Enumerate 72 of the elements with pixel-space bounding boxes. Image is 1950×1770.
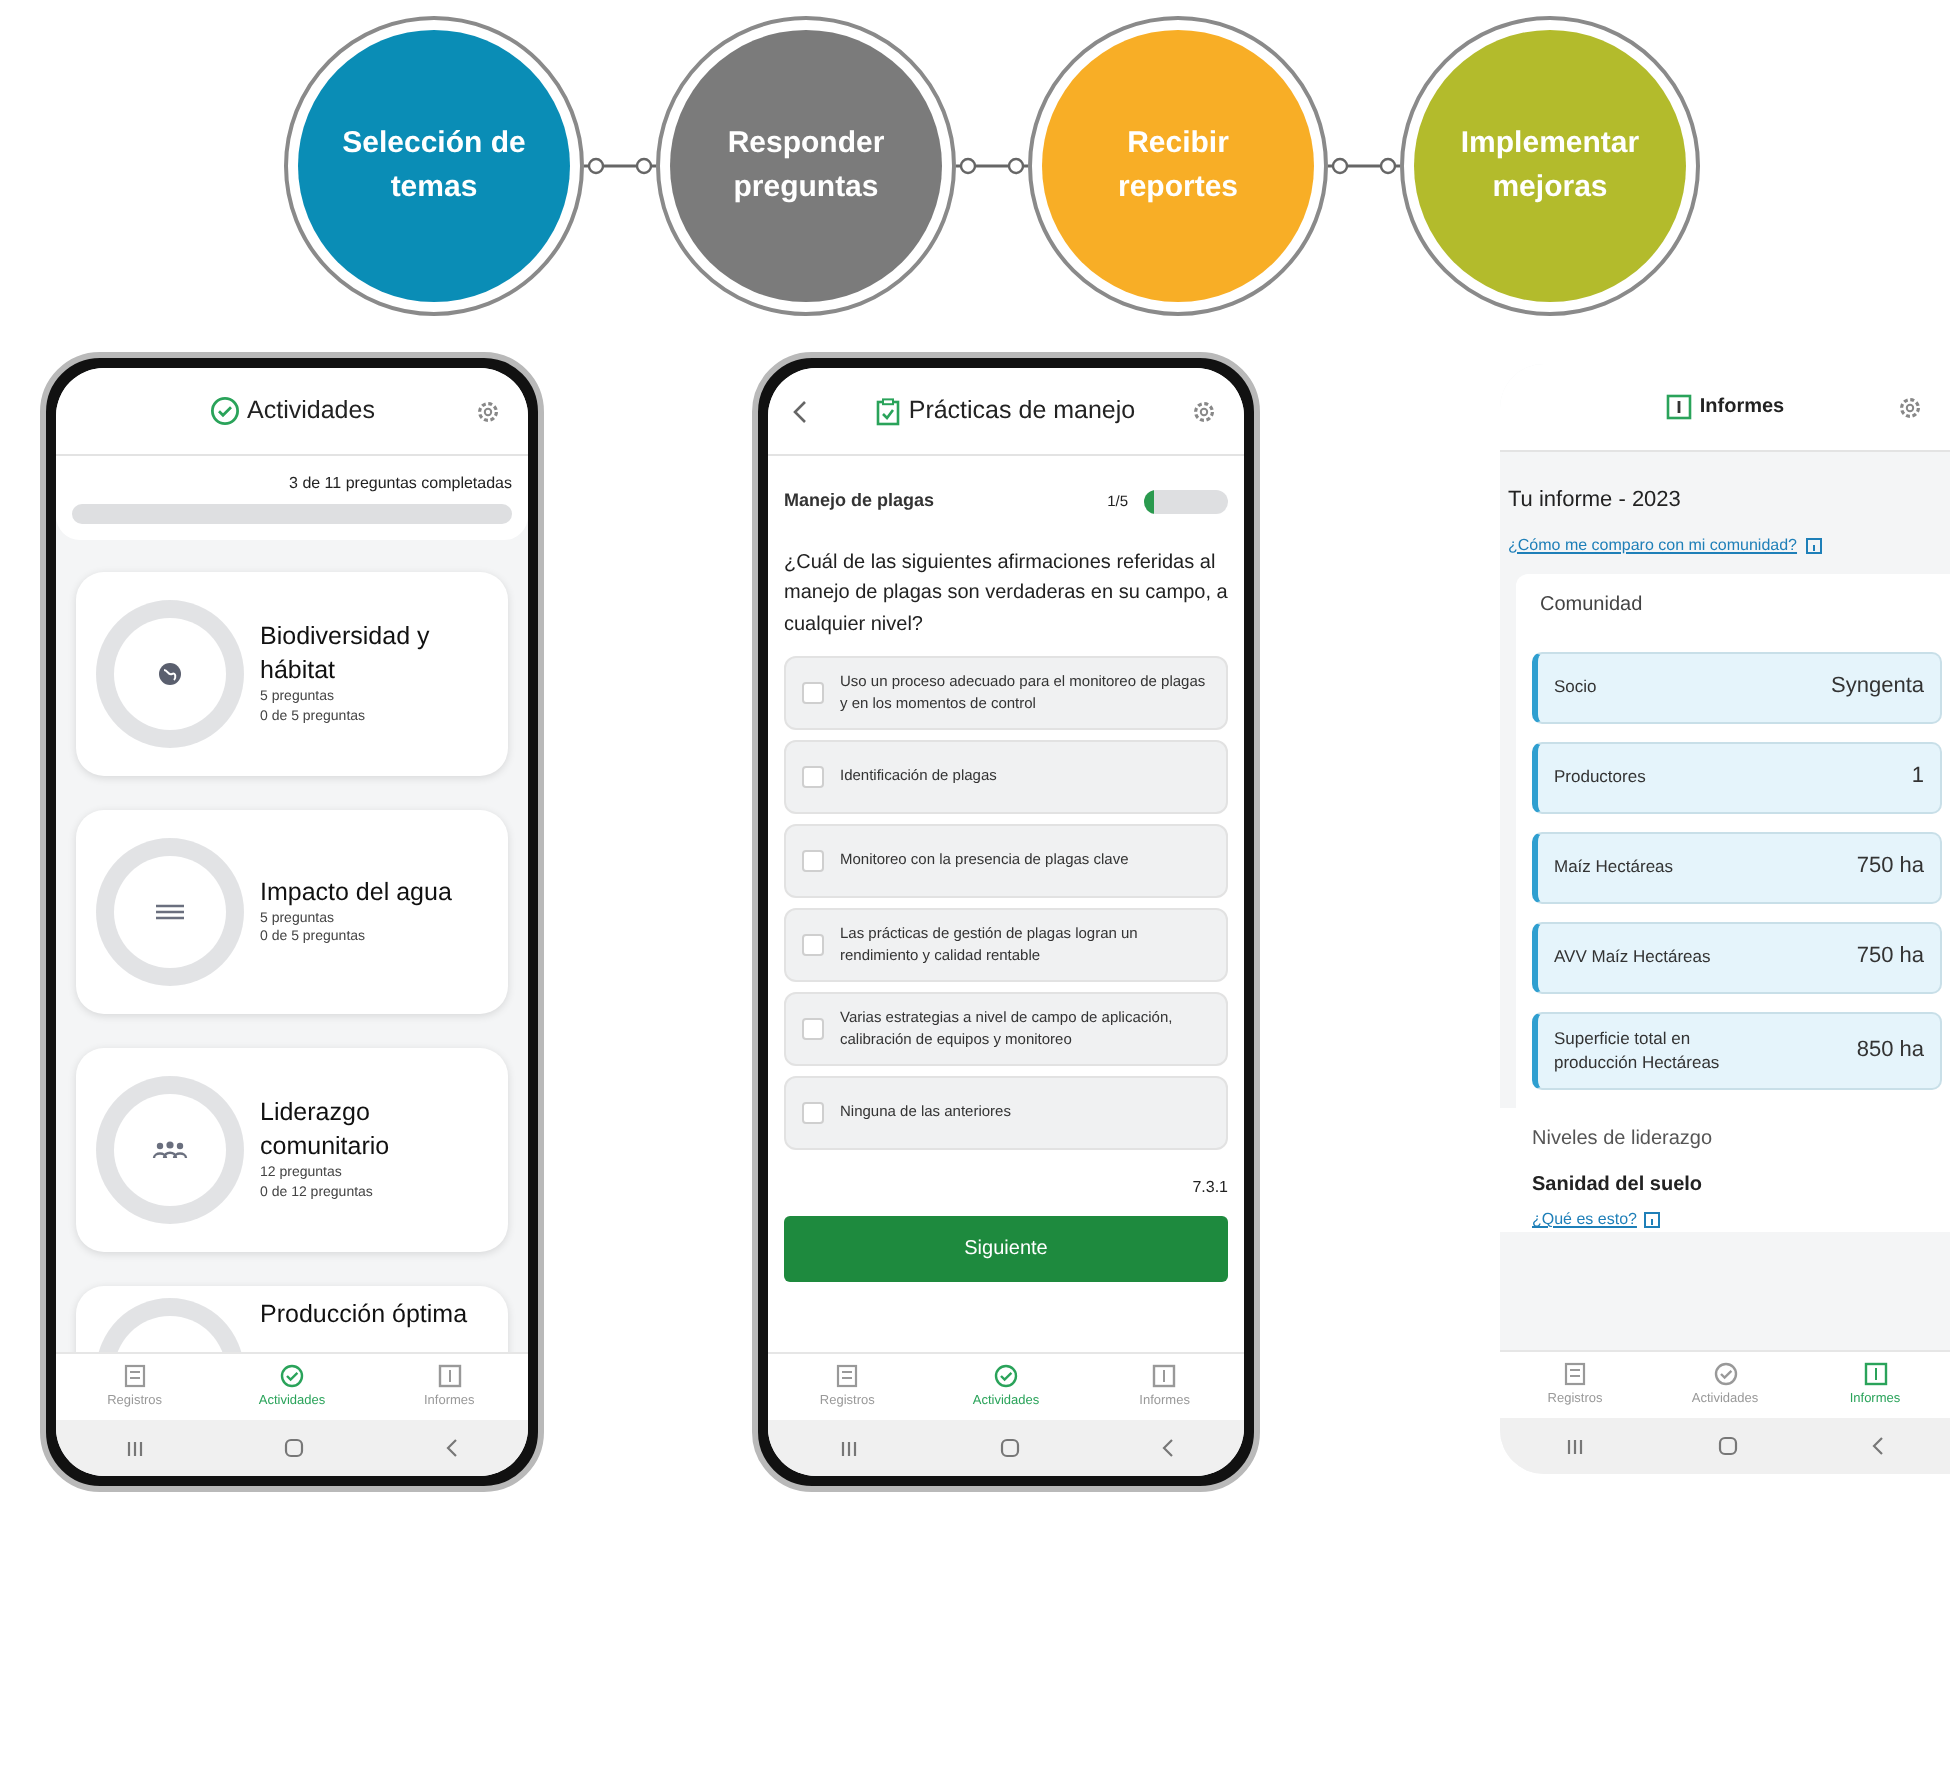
question-code: 7.3.1 — [1190, 1176, 1228, 1200]
checkbox[interactable] — [802, 850, 824, 872]
row-value: 750 ha — [1856, 942, 1924, 973]
home-icon[interactable] — [1717, 1436, 1738, 1456]
recents-icon[interactable] — [1566, 1437, 1585, 1455]
settings-icon[interactable] — [476, 399, 500, 423]
checkbox[interactable] — [802, 1102, 824, 1124]
row-label: Maíz Hectáreas — [1554, 854, 1676, 880]
section-label: Manejo de plagas — [784, 488, 937, 514]
settings-icon[interactable] — [1192, 399, 1216, 423]
compare-link[interactable]: ¿Cómo me comparo con mi comunidad? — [1508, 533, 1798, 557]
report-title: Tu informe - 2023 — [1508, 486, 1683, 516]
back-icon[interactable] — [1871, 1436, 1884, 1456]
card-title: Biodiversidad y hábitat — [260, 620, 432, 689]
connector-drawing — [1328, 154, 1400, 178]
next-button[interactable]: Siguiente — [784, 1216, 1228, 1282]
settings-icon[interactable] — [1898, 395, 1922, 419]
row-value: 1 — [1911, 762, 1924, 793]
topic-card[interactable]: Producción óptima — [76, 1286, 508, 1352]
recents-icon[interactable] — [839, 1439, 857, 1457]
step-circle: Responder preguntas — [670, 30, 942, 302]
info-icon — [1644, 1212, 1661, 1228]
section-title: Comunidad — [1540, 591, 1645, 619]
checkbox[interactable] — [802, 766, 824, 788]
back-icon[interactable] — [1161, 1438, 1173, 1458]
row-value: 850 ha — [1856, 1036, 1924, 1066]
checkbox[interactable] — [802, 934, 824, 956]
globe-icon — [156, 660, 184, 688]
card-title: Impacto del agua — [260, 875, 452, 910]
report-icon — [437, 1363, 462, 1388]
section-title: Niveles de liderazgo — [1532, 1126, 1715, 1154]
step-circle: Recibir reportes — [1042, 30, 1314, 302]
document-icon — [836, 1363, 859, 1388]
card-title: Producción óptima — [260, 1298, 468, 1332]
row-value: 750 ha — [1856, 852, 1924, 883]
help-link[interactable]: ¿Qué es esto? — [1532, 1208, 1637, 1232]
row-label: Superficie total en producción Hectáreas — [1554, 1025, 1722, 1076]
info-icon — [1805, 537, 1822, 553]
row-value: Syngenta — [1831, 672, 1924, 703]
step-circle: Selección de temas — [298, 30, 570, 302]
progress-text: 3 de 11 preguntas completadas — [287, 472, 512, 496]
clipboard-check-icon — [876, 397, 901, 425]
card-title: Liderazgo comunitario — [260, 1096, 392, 1165]
waves-icon — [154, 902, 186, 922]
home-icon[interactable] — [284, 1438, 305, 1458]
back-icon[interactable] — [792, 399, 808, 423]
row-label: Productores — [1554, 764, 1648, 790]
connector-drawing — [584, 154, 656, 178]
report-icon — [1863, 1361, 1887, 1386]
report-icon — [1665, 394, 1692, 420]
check-badge-icon — [279, 1363, 304, 1388]
checkbox[interactable] — [802, 1018, 824, 1040]
back-icon[interactable] — [445, 1438, 458, 1458]
document-icon — [1564, 1361, 1586, 1386]
check-badge-icon — [993, 1363, 1018, 1388]
check-badge-icon — [209, 396, 240, 426]
home-icon[interactable] — [999, 1438, 1019, 1458]
document-icon — [123, 1363, 146, 1388]
recents-icon[interactable] — [126, 1439, 145, 1457]
row-label: AVV Maíz Hectáreas — [1554, 944, 1713, 970]
row-label: Socio — [1554, 674, 1599, 700]
step-circle: Implementar mejoras — [1414, 30, 1686, 302]
check-badge-icon — [1713, 1361, 1737, 1386]
people-icon — [152, 1140, 188, 1160]
screen-title: Actividades — [247, 394, 375, 429]
checkbox[interactable] — [802, 682, 824, 704]
question-text: ¿Cuál de las siguientes afirmaciones referidas al manejo de plagas son verdaderas en su campo, a cualquier nivel? — [784, 549, 1228, 639]
topic-title: Sanidad del suelo — [1532, 1172, 1705, 1200]
report-icon — [1152, 1363, 1177, 1388]
screen-title: Informes — [1699, 394, 1785, 422]
screen-title: Prácticas de manejo — [908, 394, 1136, 429]
connector-drawing — [956, 154, 1028, 178]
